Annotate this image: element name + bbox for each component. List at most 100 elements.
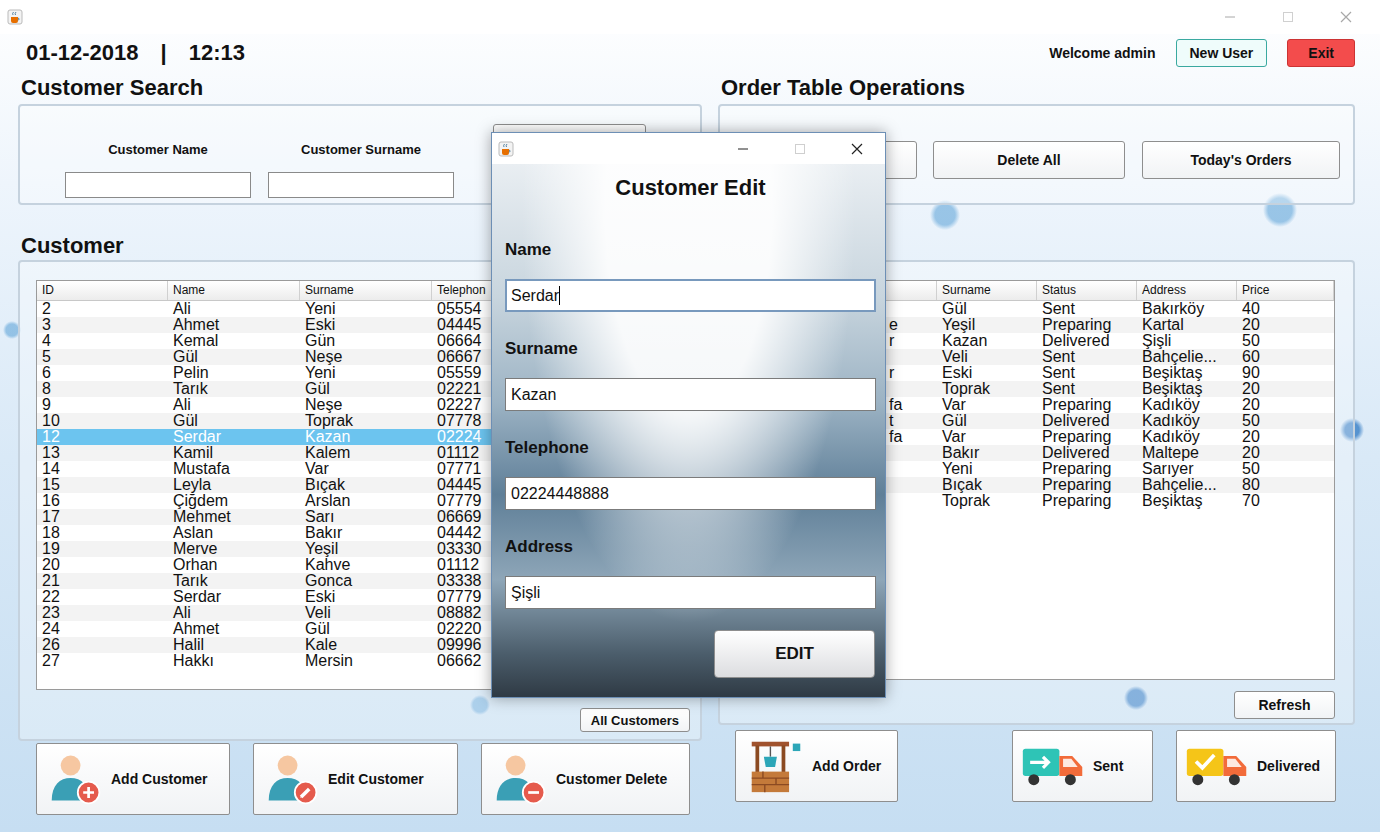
table-cell: 4	[37, 333, 168, 349]
header-button[interactable]: New User	[1176, 39, 1268, 67]
table-cell: Serdar	[168, 429, 300, 445]
table-cell: Var	[937, 429, 1037, 445]
maximize-button[interactable]	[771, 134, 828, 164]
table-cell: Leyla	[168, 477, 300, 493]
action-button[interactable]: Sent	[1012, 730, 1153, 802]
table-cell: Neşe	[300, 349, 432, 365]
table-cell: 50	[1237, 461, 1334, 477]
minimize-button[interactable]	[1201, 2, 1259, 32]
action-button[interactable]: Customer Delete	[481, 743, 690, 815]
action-button[interactable]: Delivered	[1176, 730, 1336, 802]
table-cell: Preparing	[1037, 397, 1137, 413]
table-cell: Yeni	[937, 461, 1037, 477]
table-cell: Preparing	[1037, 477, 1137, 493]
table-cell: Merve	[168, 541, 300, 557]
table-cell: 16	[37, 493, 168, 509]
table-cell: Halil	[168, 637, 300, 653]
table-cell: 27	[37, 653, 168, 669]
java-cup-icon	[498, 141, 514, 157]
action-button[interactable]: Add Order	[735, 730, 898, 802]
table-cell: Bakırköy	[1137, 301, 1237, 317]
table-cell: Kemal	[168, 333, 300, 349]
table-cell: 14	[37, 461, 168, 477]
minimize-icon	[1224, 11, 1236, 23]
column-header[interactable]: Surname	[300, 281, 432, 300]
table-cell: Toprak	[300, 413, 432, 429]
search-label: Customer Surname	[268, 142, 454, 158]
text-field[interactable]: Şişli	[505, 576, 876, 609]
maximize-button[interactable]	[1259, 2, 1317, 32]
glass-photo-background: Customer Edit Name SerdarSurname KazanTe…	[492, 164, 885, 697]
table-cell: Ahmet	[168, 621, 300, 637]
table-cell: Sent	[1037, 349, 1137, 365]
table-cell: Yeşil	[937, 317, 1037, 333]
column-header[interactable]: Price	[1237, 281, 1334, 300]
order-operation-button[interactable]: Today's Orders	[1142, 141, 1340, 179]
minimize-button[interactable]	[714, 134, 771, 164]
person-add-icon	[49, 752, 103, 806]
table-cell: Bıçak	[937, 477, 1037, 493]
table-cell: Kazan	[937, 333, 1037, 349]
table-cell: Mustafa	[168, 461, 300, 477]
table-cell: Mehmet	[168, 509, 300, 525]
text-field[interactable]: 02224448888	[505, 477, 876, 510]
table-cell: Aslan	[168, 525, 300, 541]
text-field[interactable]: Kazan	[505, 378, 876, 411]
column-header[interactable]: Name	[168, 281, 300, 300]
action-button[interactable]: Add Customer	[36, 743, 230, 815]
search-field[interactable]	[268, 172, 454, 198]
edit-button[interactable]: EDIT	[714, 630, 875, 678]
table-cell: Bahçelie...	[1137, 477, 1237, 493]
table-cell: Preparing	[1037, 461, 1137, 477]
table-cell: Var	[300, 461, 432, 477]
table-cell: Eski	[300, 589, 432, 605]
table-cell: Gül	[937, 413, 1037, 429]
table-cell: Gül	[300, 621, 432, 637]
refresh-button[interactable]: Refresh	[1234, 691, 1335, 719]
delivered-truck-icon	[1185, 743, 1249, 789]
dialog-heading: Customer Edit	[505, 176, 876, 200]
table-cell: Var	[937, 397, 1037, 413]
table-cell: 23	[37, 605, 168, 621]
table-cell: Kahve	[300, 557, 432, 573]
table-cell: 20	[1237, 397, 1334, 413]
table-cell: Kalem	[300, 445, 432, 461]
all-customers-button[interactable]: All Customers	[580, 708, 690, 732]
table-cell: 24	[37, 621, 168, 637]
table-cell: Beşiktaş	[1137, 381, 1237, 397]
table-cell: Kadıköy	[1137, 429, 1237, 445]
separator: |	[161, 40, 167, 66]
column-header[interactable]: Surname	[937, 281, 1037, 300]
table-cell: 50	[1237, 333, 1334, 349]
header-button[interactable]: Exit	[1287, 39, 1355, 67]
close-button[interactable]	[828, 134, 885, 164]
table-cell: Neşe	[300, 397, 432, 413]
close-button[interactable]	[1317, 2, 1375, 32]
field-label: Telephone	[505, 439, 876, 457]
table-cell: 40	[1237, 301, 1334, 317]
table-cell: 5	[37, 349, 168, 365]
table-cell: Bakır	[300, 525, 432, 541]
column-header[interactable]: Address	[1137, 281, 1237, 300]
field-label: Address	[505, 538, 876, 556]
table-cell: Tarık	[168, 381, 300, 397]
order-operation-button[interactable]: Delete All	[933, 141, 1125, 179]
table-cell: 8	[37, 381, 168, 397]
table-cell: 20	[1237, 381, 1334, 397]
customer-edit-dialog: Customer Edit Name SerdarSurname KazanTe…	[491, 132, 886, 698]
table-cell: 3	[37, 317, 168, 333]
table-cell: Arslan	[300, 493, 432, 509]
text-field[interactable]: Serdar	[505, 279, 876, 312]
table-cell: 22	[37, 589, 168, 605]
column-header[interactable]: Status	[1037, 281, 1137, 300]
minimize-icon	[737, 143, 749, 155]
table-cell: 12	[37, 429, 168, 445]
table-cell: Çiğdem	[168, 493, 300, 509]
table-cell: 70	[1237, 493, 1334, 509]
table-cell: Hakkı	[168, 653, 300, 669]
action-button[interactable]: Edit Customer	[253, 743, 458, 815]
maximize-icon	[794, 143, 806, 155]
search-field[interactable]	[65, 172, 251, 198]
column-header[interactable]: ID	[37, 281, 168, 300]
table-cell: 80	[1237, 477, 1334, 493]
